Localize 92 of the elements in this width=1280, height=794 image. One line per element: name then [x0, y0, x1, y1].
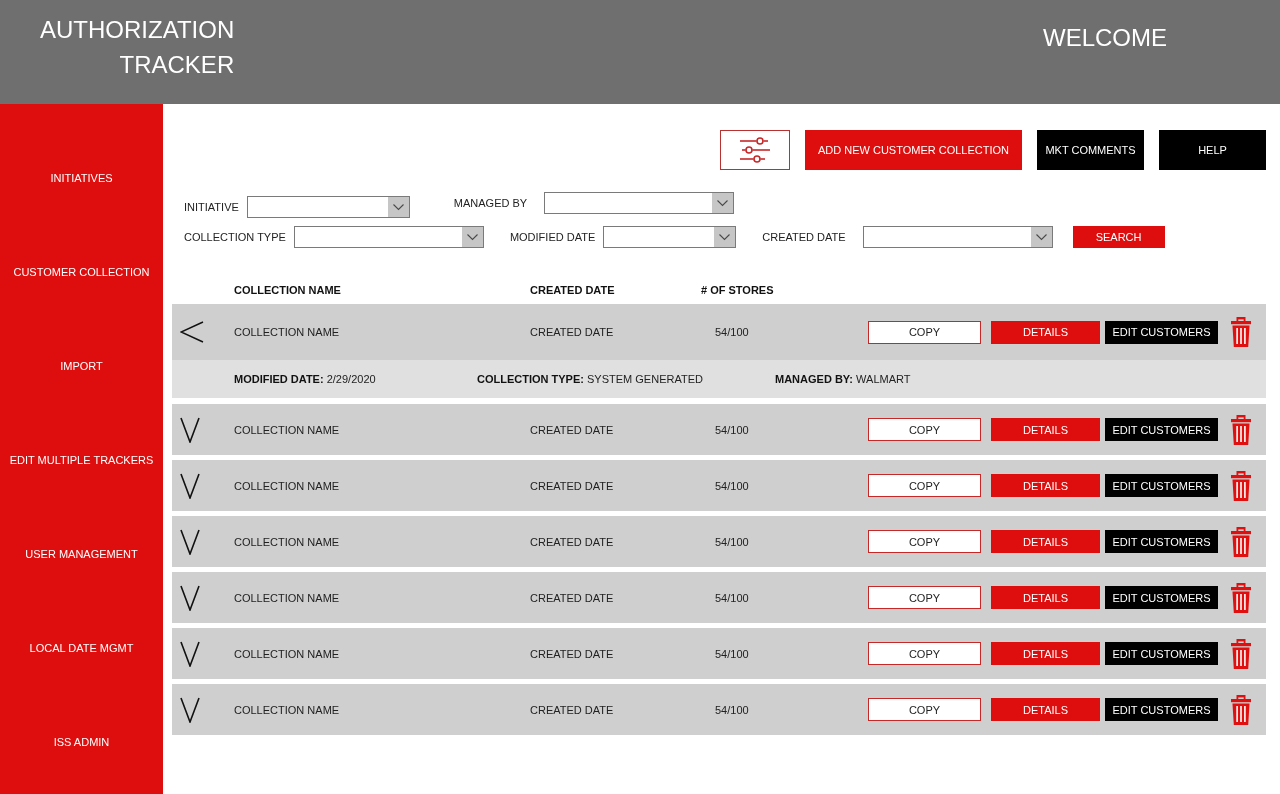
chevron-down-icon[interactable] [180, 584, 200, 611]
table-cell-text: CREATED DATE [530, 647, 615, 660]
table-cell-text: CREATED DATE [530, 479, 615, 492]
table-cell-text: COLLECTION NAME [234, 591, 341, 604]
sliders-icon [740, 137, 770, 163]
sidebar-item[interactable]: CUSTOMER COLLECTION [10, 262, 153, 282]
edit-customers-button[interactable]: EDIT CUSTOMERS [1105, 418, 1218, 441]
caret-down-icon[interactable] [387, 197, 409, 217]
table-cell-text: COLLECTION NAME [234, 423, 341, 436]
chevron-down-icon[interactable] [180, 696, 200, 723]
sidebar-item[interactable]: EDIT MULTIPLE TRACKERS [6, 450, 157, 470]
field-label: INITIATIVE [184, 201, 239, 213]
table-cell-text: CREATED DATE [530, 703, 615, 716]
details-button[interactable]: DETAILS [991, 474, 1100, 497]
copy-button[interactable]: COPY [868, 698, 981, 721]
table-cell-text: COLLECTION NAME [234, 703, 341, 716]
filter-button[interactable] [720, 130, 790, 170]
field-label: MODIFIED DATE [509, 231, 596, 243]
caret-down-icon[interactable] [1030, 227, 1052, 247]
sidebar-item[interactable]: USER MANAGEMENT [22, 544, 141, 564]
edit-customers-button[interactable]: EDIT CUSTOMERS [1105, 530, 1218, 553]
field-label: CREATED DATE [762, 231, 846, 243]
table-cell-text: 54/100 [715, 591, 750, 604]
sidebar-item[interactable]: LOCAL DATE MGMT [26, 638, 137, 658]
add-collection-button[interactable]: ADD NEW CUSTOMER COLLECTION [805, 130, 1022, 170]
copy-button[interactable]: COPY [868, 586, 981, 609]
details-button[interactable]: DETAILS [991, 320, 1100, 344]
copy-button[interactable]: COPY [868, 642, 981, 665]
edit-customers-button[interactable]: EDIT CUSTOMERS [1105, 642, 1218, 665]
trash-icon[interactable] [1230, 526, 1252, 557]
details-button[interactable]: DETAILS [991, 586, 1100, 609]
details-button[interactable]: DETAILS [991, 418, 1100, 441]
search-button[interactable]: SEARCH [1072, 226, 1165, 248]
detail-text: MODIFIED DATE: 2/29/2020 [234, 373, 377, 385]
copy-button[interactable]: COPY [868, 530, 981, 553]
edit-customers-button[interactable]: EDIT CUSTOMERS [1105, 586, 1218, 609]
trash-icon[interactable] [1230, 638, 1252, 669]
trash-icon[interactable] [1230, 414, 1252, 445]
table-cell-text: 54/100 [715, 326, 750, 338]
trash-icon[interactable] [1230, 582, 1252, 613]
trash-icon[interactable] [1230, 470, 1252, 501]
dropdown-field[interactable] [293, 226, 484, 248]
caret-down-icon[interactable] [714, 227, 736, 247]
chevron-down-icon[interactable] [180, 640, 200, 667]
trash-icon[interactable] [1230, 317, 1252, 347]
table-cell-text: CREATED DATE [530, 423, 615, 436]
chevron-down-icon[interactable] [180, 416, 200, 443]
details-button[interactable]: DETAILS [991, 698, 1100, 721]
copy-button[interactable]: COPY [868, 320, 981, 344]
copy-button[interactable]: COPY [868, 418, 981, 441]
sidebar-item[interactable]: INITIATIVES [47, 168, 116, 188]
table-cell-text: 54/100 [715, 479, 750, 492]
table-cell-text: 54/100 [715, 647, 750, 660]
table-cell-text: COLLECTION NAME [234, 647, 341, 660]
sidebar-item[interactable]: IMPORT [57, 356, 106, 376]
dropdown-field[interactable] [246, 196, 410, 218]
chevron-down-icon[interactable] [180, 472, 200, 499]
chevron-down-icon[interactable] [180, 528, 200, 555]
table-cell-text: CREATED DATE [530, 535, 615, 548]
dropdown-field[interactable] [603, 226, 737, 248]
table-cell-text: 54/100 [715, 535, 750, 548]
table-cell-text: COLLECTION NAME [234, 479, 341, 492]
column-header: CREATED DATE [530, 284, 616, 296]
table-cell-text: 54/100 [715, 703, 750, 716]
field-label: MANAGED BY [453, 197, 528, 209]
detail-text: MANAGED BY: WALMART [775, 373, 912, 385]
details-button[interactable]: DETAILS [991, 642, 1100, 665]
sidebar-item[interactable]: ISS ADMIN [50, 732, 113, 752]
edit-customers-button[interactable]: EDIT CUSTOMERS [1105, 474, 1218, 497]
toolbar-button[interactable]: MKT COMMENTS [1037, 130, 1144, 170]
table-cell-text: CREATED DATE [530, 591, 615, 604]
table-cell-text: COLLECTION NAME [234, 535, 341, 548]
field-label: COLLECTION TYPE [184, 231, 286, 243]
edit-customers-button[interactable]: EDIT CUSTOMERS [1105, 320, 1218, 344]
caret-down-icon[interactable] [461, 227, 483, 247]
caret-down-icon[interactable] [712, 193, 734, 213]
table-cell-text: COLLECTION NAME [234, 326, 341, 338]
table-cell-text: 54/100 [715, 423, 750, 436]
column-header: COLLECTION NAME [234, 284, 342, 296]
dropdown-field[interactable] [544, 192, 735, 214]
details-button[interactable]: DETAILS [991, 530, 1100, 553]
welcome-text: WELCOME [1043, 23, 1167, 53]
trash-icon[interactable] [1230, 694, 1252, 725]
table-cell-text: CREATED DATE [530, 326, 615, 338]
toolbar-button[interactable]: HELP [1159, 130, 1266, 170]
edit-customers-button[interactable]: EDIT CUSTOMERS [1105, 698, 1218, 721]
dropdown-field[interactable] [862, 226, 1053, 248]
column-header: # OF STORES [701, 284, 775, 296]
detail-text: COLLECTION TYPE: SYSTEM GENERATED [477, 373, 704, 385]
copy-button[interactable]: COPY [868, 474, 981, 497]
chevron-left-icon[interactable] [180, 321, 204, 343]
app-title: AUTHORIZATION TRACKER [40, 15, 235, 80]
